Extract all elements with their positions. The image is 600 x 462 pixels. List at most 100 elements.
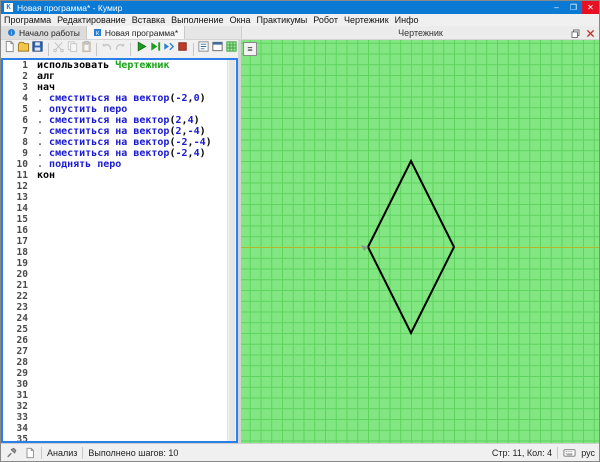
play-bar-icon bbox=[149, 40, 162, 58]
line-number: 29 bbox=[16, 368, 28, 379]
menu-bar: Программа Редактирование Вставка Выполнение… bbox=[1, 14, 599, 26]
line-number: 13 bbox=[16, 192, 28, 203]
menu-item[interactable]: Программа bbox=[1, 14, 54, 26]
stop-button[interactable] bbox=[176, 41, 190, 57]
close-button[interactable]: ✕ bbox=[582, 1, 599, 14]
left-pane: 1 2 3 4 5 6 7 8 9 10 11 12 13 14 15 16 17 18 19 20 21 22 23 24 2… bbox=[1, 40, 238, 443]
menu-item[interactable]: Окна bbox=[227, 14, 254, 26]
editor-scrollbar[interactable] bbox=[227, 60, 236, 441]
scrollbar-thumb[interactable] bbox=[229, 60, 235, 441]
run-step-button[interactable] bbox=[148, 41, 162, 57]
line-number: 14 bbox=[16, 203, 28, 214]
status-separator bbox=[557, 446, 559, 459]
minimize-button[interactable]: – bbox=[548, 1, 565, 14]
cut-button[interactable] bbox=[51, 41, 65, 57]
code-line: . поднять перо bbox=[37, 159, 122, 170]
line-number: 5 bbox=[22, 104, 28, 115]
step-icon bbox=[162, 40, 175, 58]
undo-button[interactable] bbox=[100, 41, 114, 57]
copy-button[interactable] bbox=[65, 41, 79, 57]
undo-icon bbox=[100, 40, 113, 58]
menu-item[interactable]: Инфо bbox=[392, 14, 422, 26]
line-number: 32 bbox=[16, 401, 28, 412]
folder-icon bbox=[17, 40, 30, 58]
paste-button[interactable] bbox=[79, 40, 93, 57]
info-icon: i bbox=[7, 28, 16, 37]
status-keyboard-layout: рус bbox=[581, 447, 595, 458]
code-line: . опустить перо bbox=[37, 104, 128, 115]
line-number-gutter: 1 2 3 4 5 6 7 8 9 10 11 12 13 14 15 16 17 18 19 20 21 22 23 24 2… bbox=[3, 60, 35, 441]
kumir-icon: К bbox=[93, 28, 102, 37]
drawer-window-title: Чертежник bbox=[398, 27, 443, 38]
new-file-button[interactable] bbox=[3, 40, 17, 58]
line-number: 25 bbox=[16, 324, 28, 335]
line-number: 19 bbox=[16, 258, 28, 269]
line-number: 27 bbox=[16, 346, 28, 357]
document-icon bbox=[23, 446, 36, 459]
page-icon bbox=[3, 40, 16, 58]
show-margin-button[interactable] bbox=[197, 41, 211, 57]
status-separator bbox=[41, 446, 42, 459]
drawer-close-icon[interactable] bbox=[584, 27, 597, 39]
menu-item[interactable]: Практикумы bbox=[253, 14, 310, 26]
window-title: Новая программа* - Кумир bbox=[17, 2, 123, 13]
drawer-menu-button[interactable]: ≡ bbox=[243, 42, 257, 56]
line-number: 35 bbox=[16, 434, 28, 443]
status-separator bbox=[82, 446, 84, 459]
toolbar-separator bbox=[192, 42, 194, 56]
code-area[interactable]: использовать Чертежник алг нач. сместиться… bbox=[35, 60, 227, 441]
code-line: кон bbox=[37, 170, 56, 181]
menu-item[interactable]: Выполнение bbox=[168, 14, 226, 26]
status-cursor-position: Стр: 11, Кол: 4 bbox=[491, 447, 553, 458]
play-icon bbox=[135, 40, 148, 58]
tab-1[interactable]: К Новая программа* bbox=[86, 26, 186, 39]
drawer-dock-icon[interactable] bbox=[569, 27, 582, 39]
open-file-button[interactable] bbox=[17, 41, 31, 57]
step-over-button[interactable] bbox=[162, 41, 176, 57]
tab-label: Новая программа* bbox=[104, 27, 179, 38]
redo-icon bbox=[114, 40, 127, 58]
redo-button[interactable] bbox=[114, 41, 128, 57]
run-button[interactable] bbox=[134, 41, 148, 57]
tab-bar: i Начало работы К Новая программа* bbox=[1, 26, 241, 39]
line-number: 18 bbox=[16, 247, 28, 258]
show-window-button[interactable] bbox=[210, 41, 224, 57]
code-editor[interactable]: 1 2 3 4 5 6 7 8 9 10 11 12 13 14 15 16 17 18 19 20 21 22 23 24 2… bbox=[1, 58, 238, 443]
line-number: 10 bbox=[16, 159, 28, 170]
code-line: . сместиться на вектор(-2,0) bbox=[37, 93, 206, 104]
hammer-icon bbox=[5, 446, 18, 459]
save-file-button[interactable] bbox=[31, 41, 45, 57]
toolbar-separator bbox=[130, 42, 132, 56]
list-icon bbox=[197, 40, 210, 58]
scissors-icon bbox=[52, 40, 65, 58]
tab-0[interactable]: i Начало работы bbox=[1, 26, 87, 39]
menu-item[interactable]: Редактирование bbox=[54, 14, 129, 26]
app-icon: К bbox=[4, 3, 13, 12]
menu-item[interactable]: Чертежник bbox=[341, 14, 392, 26]
line-number: 12 bbox=[16, 181, 28, 192]
toolbar bbox=[1, 40, 238, 58]
line-number: 17 bbox=[16, 236, 28, 247]
line-number: 28 bbox=[16, 357, 28, 368]
menu-item[interactable]: Вставка bbox=[129, 14, 168, 26]
floppy-icon bbox=[31, 40, 44, 58]
tab-label: Начало работы bbox=[19, 27, 80, 38]
line-number: 2 bbox=[22, 71, 28, 82]
maximize-button[interactable]: ❐ bbox=[565, 1, 582, 14]
show-field-button[interactable] bbox=[224, 41, 238, 57]
status-mode: Анализ bbox=[47, 447, 78, 458]
code-line: . сместиться на вектор(2,-4) bbox=[37, 126, 206, 137]
line-number: 9 bbox=[22, 148, 28, 159]
copy-icon bbox=[66, 40, 79, 58]
line-number: 24 bbox=[16, 313, 28, 324]
tab-row: i Начало работы К Новая программа* Чертежни… bbox=[1, 26, 599, 40]
menu-item[interactable]: Робот bbox=[310, 14, 341, 26]
